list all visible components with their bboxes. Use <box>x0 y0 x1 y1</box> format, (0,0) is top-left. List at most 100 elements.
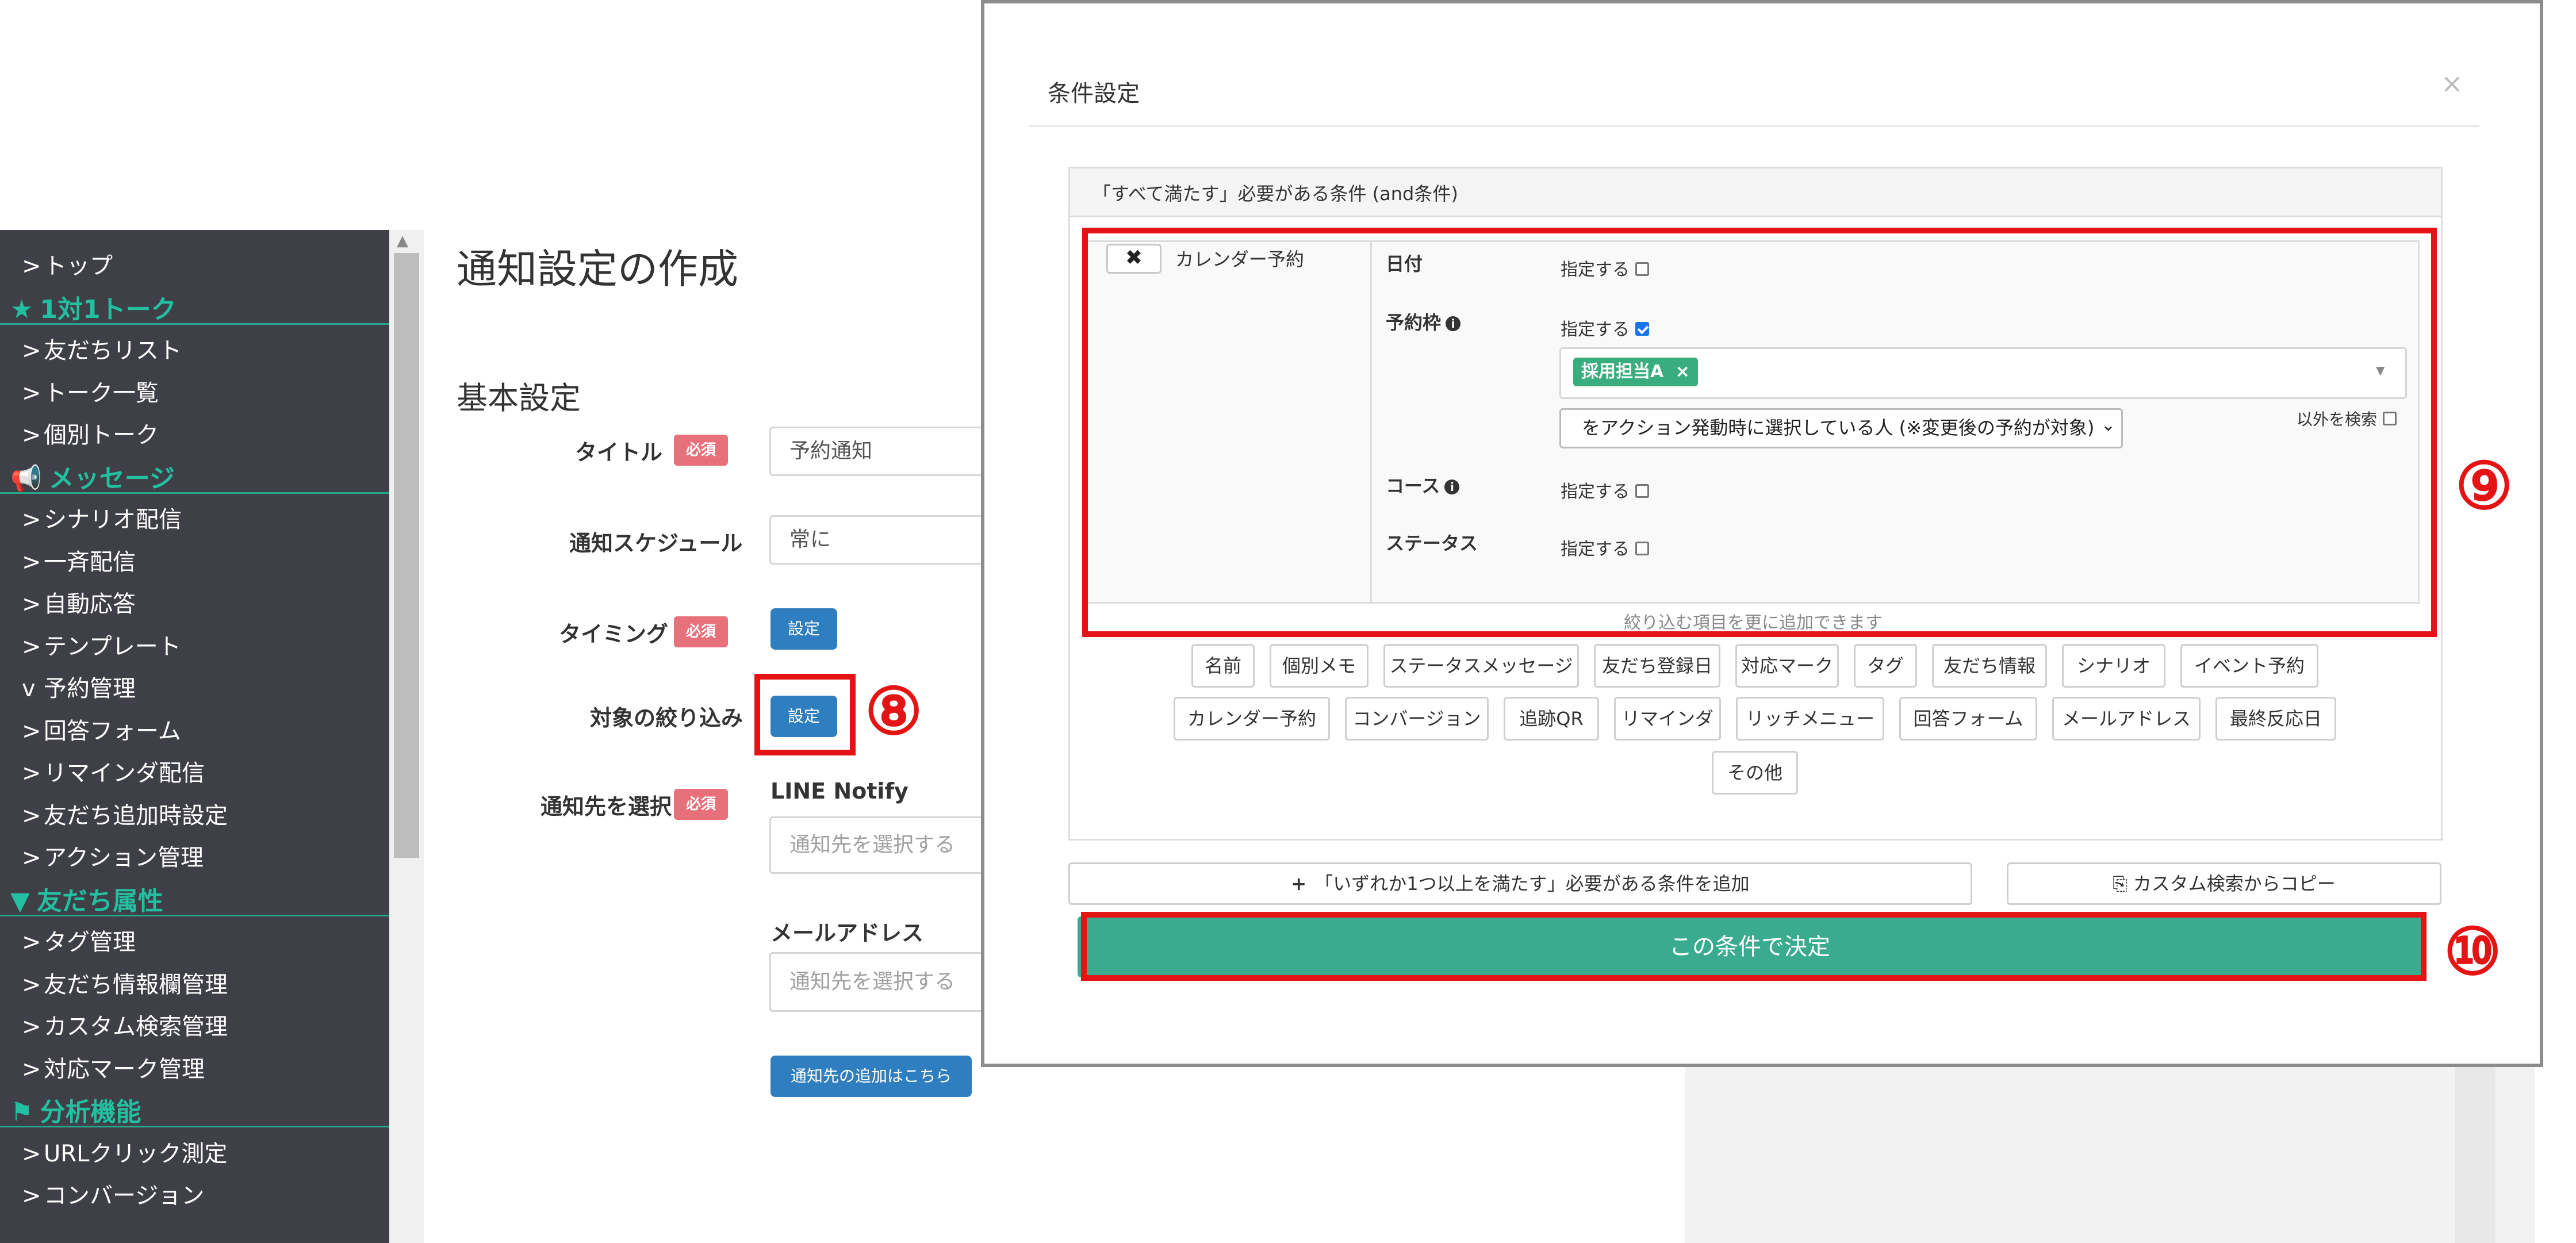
sidebar-item[interactable]: > URLクリック測定 <box>22 1135 227 1168</box>
page-title: 通知設定の作成 <box>457 245 738 293</box>
line-notify-select[interactable]: 通知先を選択する <box>769 816 988 874</box>
sidebar-item[interactable]: > リマインダ配信 <box>22 754 205 788</box>
title-input[interactable]: 予約通知 <box>769 427 988 476</box>
sidebar-item[interactable]: > 対応マーク管理 <box>22 1050 205 1084</box>
chevron-right-icon: > <box>22 591 41 617</box>
filter-option-button[interactable]: 友だち登録日 <box>1594 644 1720 688</box>
sidebar-section-label: 1対1トーク <box>40 294 177 324</box>
sidebar-item-label: 友だち追加時設定 <box>44 802 228 829</box>
filter-option-button[interactable]: 名前 <box>1191 644 1255 688</box>
sidebar-section-label: メッセージ <box>48 463 175 493</box>
modal-title: 条件設定 <box>1048 80 1140 107</box>
sidebar-item-label: URLクリック測定 <box>44 1140 228 1167</box>
chevron-right-icon: > <box>22 1183 41 1209</box>
email-select[interactable]: 通知先を選択する <box>769 952 988 1012</box>
sidebar-item-label: コンバージョン <box>44 1183 205 1209</box>
chevron-right-icon: > <box>22 1014 41 1040</box>
filter-option-button[interactable]: イベント予約 <box>2180 644 2318 688</box>
filter-option-button[interactable]: 対応マーク <box>1735 644 1839 688</box>
sidebar-item-label: 友だち情報欄管理 <box>44 971 228 998</box>
add-destination-button[interactable]: 通知先の追加はこちら <box>770 1056 972 1097</box>
chevron-right-icon: > <box>22 718 41 745</box>
annotation-frame-8 <box>754 674 856 755</box>
filter-option-button[interactable]: ステータスメッセージ <box>1383 644 1579 688</box>
filter-option-button[interactable]: コンバージョン <box>1345 697 1489 741</box>
chevron-right-icon: > <box>22 1140 41 1167</box>
filter-option-button[interactable]: その他 <box>1712 751 1798 795</box>
email-label: メールアドレス <box>770 920 924 946</box>
chevron-right-icon: > <box>22 422 41 448</box>
chevron-right-icon: > <box>22 1056 41 1083</box>
filter-option-button[interactable]: リマインダ <box>1614 697 1721 741</box>
copy-custom-search-button[interactable]: ⎘ カスタム検索からコピー <box>2007 862 2441 905</box>
filter-option-button[interactable]: タグ <box>1854 644 1917 688</box>
filter-option-button[interactable]: カレンダー予約 <box>1174 697 1330 741</box>
section-underline <box>0 1126 389 1127</box>
filter-option-button[interactable]: シナリオ <box>2062 644 2165 688</box>
filter-option-button[interactable]: リッチメニュー <box>1736 697 1884 741</box>
filter-option-button[interactable]: 個別メモ <box>1270 644 1368 688</box>
filter-option-button[interactable]: メールアドレス <box>2052 697 2201 741</box>
add-or-condition-button[interactable]: + 「いずれか1つ以上を満たす」必要がある条件を追加 <box>1068 862 1972 905</box>
sidebar-item[interactable]: > テンプレート <box>22 628 181 661</box>
copy-custom-search-label: カスタム検索からコピー <box>2133 873 2336 895</box>
sidebar-item-label: タグ管理 <box>44 929 136 956</box>
filter-option-button[interactable]: 回答フォーム <box>1899 697 2037 741</box>
plus-icon: + <box>1291 873 1307 895</box>
sidebar-item-label: トップ <box>44 253 113 279</box>
sidebar-item-label: 個別トーク <box>44 422 159 448</box>
section-underline <box>0 323 389 325</box>
sidebar-section: ★ 1対1トーク <box>10 289 177 325</box>
chevron-right-icon: > <box>22 507 41 533</box>
sidebar-item[interactable]: > コンバージョン <box>22 1177 204 1210</box>
sidebar-item-label: カスタム検索管理 <box>44 1014 228 1040</box>
section-icon: ▼ <box>10 886 30 916</box>
sidebar-item[interactable]: > カスタム検索管理 <box>22 1008 228 1041</box>
close-icon[interactable]: × <box>2441 68 2463 99</box>
sidebar-item[interactable]: > 個別トーク <box>22 416 159 450</box>
filter-option-button[interactable]: 追跡QR <box>1504 697 1599 741</box>
sidebar-item[interactable]: > アクション管理 <box>22 839 204 872</box>
scroll-up-arrow-icon[interactable]: ▲ <box>397 232 408 250</box>
schedule-label: 通知スケジュール <box>569 531 743 556</box>
chevron-right-icon: > <box>22 845 41 871</box>
sidebar-item[interactable]: > 回答フォーム <box>22 712 181 746</box>
background-panel-strip <box>2455 1067 2496 1243</box>
annotation-number-8: ⑧ <box>865 674 923 749</box>
sidebar-item[interactable]: > 友だち情報欄管理 <box>22 966 228 999</box>
copy-icon: ⎘ <box>2113 873 2128 895</box>
chevron-right-icon: > <box>22 633 41 660</box>
sidebar-item-label: 一斉配信 <box>44 548 136 576</box>
chevron-right-icon: > <box>22 379 41 406</box>
chevron-right-icon: > <box>22 548 41 576</box>
sidebar-item[interactable]: v 予約管理 <box>22 670 136 703</box>
filter-label: 対象の絞り込み <box>590 705 743 731</box>
sidebar-item[interactable]: > 自動応答 <box>22 585 136 619</box>
sidebar-item-label: アクション管理 <box>44 845 204 871</box>
sidebar-item[interactable]: > トーク一覧 <box>22 374 159 408</box>
sidebar-item[interactable]: > 一斉配信 <box>22 543 136 577</box>
sidebar-item[interactable]: > シナリオ配信 <box>22 501 182 534</box>
sidebar-item-label: 回答フォーム <box>44 718 181 745</box>
section-icon: ⚑ <box>10 1098 33 1127</box>
section-underline <box>0 914 389 916</box>
sidebar-item[interactable]: > トップ <box>22 247 113 281</box>
sidebar-item-label: 自動応答 <box>44 591 136 617</box>
modal-divider <box>1029 125 2479 127</box>
title-label: タイトル <box>575 440 663 465</box>
sidebar-item[interactable]: > タグ管理 <box>22 923 136 957</box>
sidebar-scroll-thumb[interactable] <box>394 253 419 858</box>
sidebar-section-label: 友だち属性 <box>36 886 163 916</box>
required-badge: 必須 <box>674 435 728 466</box>
filter-option-button[interactable]: 最終反応日 <box>2215 697 2336 741</box>
background-panel <box>1685 1067 2535 1243</box>
sidebar-item[interactable]: > 友だちリスト <box>22 332 182 365</box>
annotation-frame-10 <box>1081 912 2426 981</box>
filter-option-button[interactable]: 友だち情報 <box>1932 644 2047 688</box>
section-icon: 📢 <box>10 463 42 493</box>
timing-set-button[interactable]: 設定 <box>770 608 837 650</box>
line-notify-label: LINE Notify <box>770 778 908 804</box>
sidebar-item-label: リマインダ配信 <box>44 760 205 787</box>
sidebar-item[interactable]: > 友だち追加時設定 <box>22 797 228 830</box>
schedule-select[interactable]: 常に <box>769 515 988 565</box>
